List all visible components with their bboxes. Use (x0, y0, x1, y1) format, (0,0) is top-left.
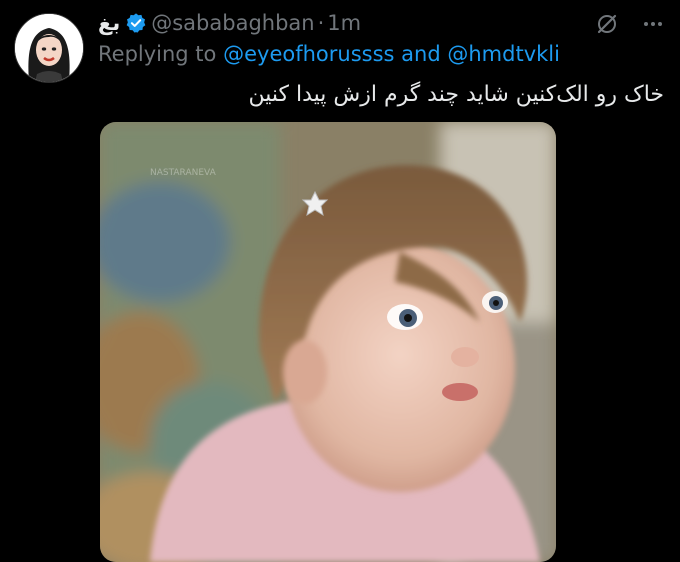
reply-and[interactable]: and (401, 42, 441, 66)
reply-mention-hmdtvkli[interactable]: @hmdtvkli (447, 42, 560, 66)
user-handle[interactable]: @sababaghban (151, 11, 314, 35)
avatar[interactable] (14, 13, 84, 83)
verified-badge-icon (125, 12, 147, 34)
avatar-illustration (15, 14, 83, 82)
timestamp[interactable]: 1m (327, 11, 361, 35)
toddler-photo (100, 122, 556, 562)
separator-dot: · (317, 11, 325, 35)
tweet-media-image[interactable]: NASTARANEVA (100, 122, 556, 562)
tweet-header: بغ @sababaghban · 1m (98, 9, 361, 37)
reply-prefix: Replying to (98, 42, 217, 66)
tweet-actions (594, 11, 666, 37)
grok-icon[interactable] (594, 11, 620, 37)
more-options-icon[interactable] (640, 11, 666, 37)
media-watermark: NASTARANEVA (150, 168, 216, 178)
display-name[interactable]: بغ (98, 11, 120, 35)
reply-mention-eyeofhorussss[interactable]: @eyeofhorussss (223, 42, 394, 66)
tweet-text: خاک رو الک‌کنین شاید چند گرم ازش پیدا کن… (248, 82, 664, 107)
replying-to-line: Replying to @eyeofhorussss and @hmdtvkli (98, 42, 560, 66)
